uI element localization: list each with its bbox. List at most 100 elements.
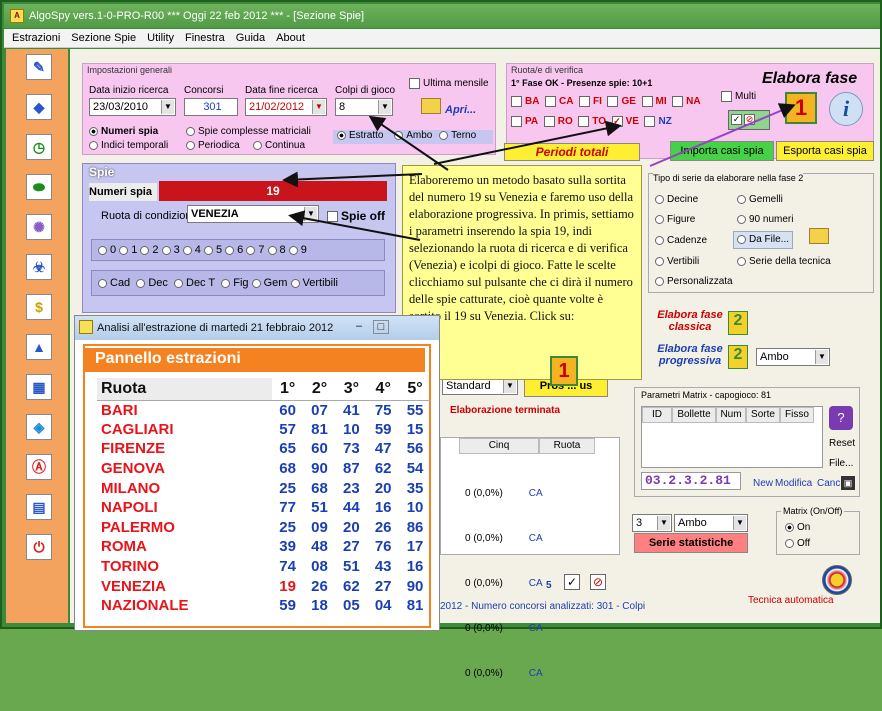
elabora-classica-button[interactable]: 2 (728, 311, 748, 335)
numeri-spia-radio[interactable]: Numeri spia (89, 126, 158, 137)
folder-icon[interactable] (421, 98, 441, 114)
type-gem-radio[interactable]: Gem (251, 277, 287, 289)
digit-2-radio[interactable]: 2 (140, 244, 159, 256)
compass-icon[interactable]: Ⓐ (26, 454, 52, 480)
importa-button[interactable]: Importa casi spia (670, 141, 774, 161)
maximize-button[interactable]: □ (373, 320, 389, 334)
chevron-down-icon[interactable]: ▼ (304, 207, 317, 221)
chevron-down-icon[interactable]: ▼ (657, 516, 670, 530)
serie-tecnica-radio[interactable]: Serie della tecnica (737, 256, 831, 267)
type-fig-radio[interactable]: Fig (221, 277, 249, 289)
biohazard-icon[interactable]: ☣ (26, 254, 52, 280)
chevron-down-icon[interactable]: ▼ (503, 379, 516, 393)
ruota-ge-checkbox[interactable]: GE (607, 96, 636, 107)
digit-1-radio[interactable]: 1 (119, 244, 137, 256)
continua-radio[interactable]: Continua (253, 140, 305, 151)
digit-0-radio[interactable]: 0 (98, 244, 116, 256)
data-inizio-select[interactable]: 23/03/2010 ▼ (89, 98, 176, 116)
menu-sezione-spie[interactable]: Sezione Spie (71, 32, 136, 44)
progressiva-sorte-select[interactable]: Ambo ▼ (756, 348, 830, 366)
data-fine-select[interactable]: 21/02/2012 ▼ (245, 98, 327, 116)
matrix-off-radio[interactable]: Off (785, 538, 810, 549)
question-book-icon[interactable]: ? (829, 406, 853, 430)
type-cad-radio[interactable]: Cad (98, 277, 130, 289)
save-icon[interactable]: ▣ (841, 476, 855, 490)
type-dec-radio[interactable]: Dec (136, 277, 168, 289)
menu-estrazioni[interactable]: Estrazioni (12, 32, 60, 44)
figure-radio[interactable]: Figure (655, 214, 695, 225)
periodi-totali-button[interactable]: Periodi totali (504, 143, 640, 161)
ruota-condizione-select[interactable]: VENEZIA ▼ (187, 205, 319, 223)
chevron-down-icon[interactable]: ▼ (815, 350, 828, 364)
type-dect-radio[interactable]: Dec T (174, 277, 215, 289)
target-icon[interactable] (822, 565, 852, 595)
esporta-button[interactable]: Esporta casi spia (776, 141, 874, 161)
ruota-to-checkbox[interactable]: TO (578, 116, 606, 127)
ruota-ve-checkbox[interactable]: ✓ VE (611, 116, 639, 127)
chevron-down-icon[interactable]: ▼ (312, 100, 325, 114)
menu-about[interactable]: About (276, 32, 305, 44)
menu-finestra[interactable]: Finestra (185, 32, 225, 44)
elabora-progressiva-button[interactable]: 2 (728, 345, 748, 369)
digit-6-radio[interactable]: 6 (225, 244, 243, 256)
ruota-na-checkbox[interactable]: NA (672, 96, 701, 107)
digit-4-radio[interactable]: 4 (182, 244, 201, 256)
digit-8-radio[interactable]: 8 (267, 244, 286, 256)
lightbulb-icon[interactable]: ✺ (26, 214, 52, 240)
book-icon[interactable]: ▤ (26, 494, 52, 520)
cancel-icon[interactable]: ⊘ (744, 114, 755, 125)
stat-num-select[interactable]: 3 ▼ (632, 514, 672, 532)
digit-5-radio[interactable]: 5 (203, 244, 222, 256)
stat-sorte-select[interactable]: Ambo ▼ (674, 514, 748, 532)
ambo-radio[interactable]: Ambo (394, 130, 432, 141)
gemelli-radio[interactable]: Gemelli (737, 194, 783, 205)
ruota-fi-checkbox[interactable]: FI (579, 96, 602, 107)
da-file-radio[interactable]: Da File... (733, 231, 794, 249)
personalizzata-radio[interactable]: Personalizzata (655, 276, 733, 287)
type-vertibili-radio[interactable]: Vertibili (290, 277, 338, 289)
file-button[interactable]: File... (829, 458, 853, 469)
numero-spia-field[interactable]: 19 (159, 181, 387, 201)
drop-icon[interactable]: ◈ (26, 414, 52, 440)
chevron-down-icon[interactable]: ▼ (161, 100, 174, 114)
clock-icon[interactable]: ◷ (26, 134, 52, 160)
ruota-pa-checkbox[interactable]: PA (511, 116, 538, 127)
matrix-on-radio[interactable]: On (785, 522, 810, 533)
ruota-ba-checkbox[interactable]: BA (511, 96, 539, 107)
novanta-numeri-radio[interactable]: 90 numeri (737, 214, 793, 225)
vertibili-radio[interactable]: Vertibili (655, 256, 699, 267)
calendar-icon[interactable]: ▦ (26, 374, 52, 400)
menu-guida[interactable]: Guida (236, 32, 265, 44)
serie-statistiche-button[interactable]: Serie statistiche (634, 533, 748, 553)
info-icon[interactable]: i (829, 92, 863, 126)
ruota-ro-checkbox[interactable]: RO (543, 116, 573, 127)
matrix-new-button[interactable]: New (753, 478, 773, 489)
chevron-down-icon[interactable]: ▼ (378, 100, 391, 114)
reset-button[interactable]: Reset (829, 438, 855, 449)
digit-7-radio[interactable]: 7 (246, 244, 264, 256)
decine-radio[interactable]: Decine (655, 194, 698, 205)
spie-off-checkbox[interactable]: Spie off (327, 209, 385, 223)
matrix-canc-button[interactable]: Canc (817, 478, 840, 489)
chevron-down-icon[interactable]: ▼ (733, 516, 746, 530)
multi-checkbox[interactable]: Multi (721, 91, 756, 102)
terno-radio[interactable]: Terno (439, 130, 476, 141)
check-icon[interactable]: ✓ (731, 114, 742, 125)
menu-utility[interactable]: Utility (147, 32, 174, 44)
indici-temporali-radio[interactable]: Indici temporali (89, 140, 168, 151)
dollar-icon[interactable]: $ (26, 294, 52, 320)
spie-complesse-radio[interactable]: Spie complesse matriciali (186, 126, 311, 137)
pencil-icon[interactable]: ✎ (26, 54, 52, 80)
concorsi-input[interactable]: 301 (184, 98, 238, 116)
minimize-button[interactable]: – (351, 320, 367, 334)
diskette-icon[interactable]: ◆ (26, 94, 52, 120)
check-icon[interactable]: ✓ (564, 574, 580, 590)
folder-icon[interactable] (809, 228, 829, 244)
apri-link[interactable]: Apri... (445, 104, 476, 116)
triangle-icon[interactable]: ▲ (26, 334, 52, 360)
cadenze-radio[interactable]: Cadenze (655, 235, 707, 246)
pill-icon[interactable]: ⬬ (26, 174, 52, 200)
estratto-radio[interactable]: Estratto (337, 130, 383, 141)
elabora-fase-1-button[interactable]: 1 (785, 92, 817, 124)
ultima-mensile-checkbox[interactable]: Ultima mensile (409, 78, 489, 89)
